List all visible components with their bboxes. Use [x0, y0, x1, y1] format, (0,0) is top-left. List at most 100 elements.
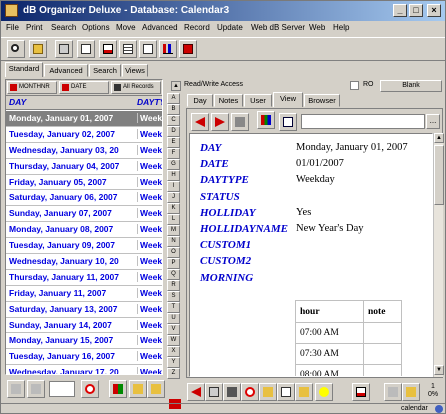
blank-button[interactable]: Blank	[380, 80, 442, 92]
vertical-scrollbar[interactable]: ▲ ▼	[433, 133, 444, 377]
index-letter-h[interactable]: H	[167, 170, 180, 181]
print-tool-button[interactable]	[55, 40, 73, 58]
text-view-button[interactable]	[279, 113, 297, 131]
menu-print[interactable]: Print	[26, 23, 42, 32]
prev-arrow-button[interactable]	[384, 383, 402, 401]
tip-button[interactable]	[315, 383, 333, 401]
paste-record-button[interactable]	[295, 383, 313, 401]
page-input[interactable]	[49, 381, 75, 397]
copy-record-button[interactable]	[277, 383, 295, 401]
index-letter-x[interactable]: X	[167, 346, 180, 357]
report-record-button[interactable]	[352, 383, 370, 401]
table-row[interactable]: Tuesday, January 02, 2007 Week	[6, 127, 162, 143]
index-letter-k[interactable]: K	[167, 203, 180, 214]
index-letter-p[interactable]: P	[167, 258, 180, 269]
index-letter-v[interactable]: V	[167, 324, 180, 335]
prev-page-button[interactable]	[7, 380, 25, 398]
url-input[interactable]	[301, 114, 425, 129]
menu-record[interactable]: Record	[184, 23, 210, 32]
tab-user[interactable]: User	[244, 94, 272, 107]
first-page-button[interactable]	[27, 380, 45, 398]
scroll-up-icon[interactable]: ▲	[434, 133, 444, 143]
index-letter-n[interactable]: N	[167, 236, 180, 247]
html-view-button[interactable]	[257, 111, 275, 129]
menu-search[interactable]: Search	[51, 23, 76, 32]
index-letter-j[interactable]: J	[167, 192, 180, 203]
menu-update[interactable]: Update	[217, 23, 243, 32]
index-letter-t[interactable]: T	[167, 302, 180, 313]
table-row[interactable]: Wednesday, January 03, 20 Week	[6, 143, 162, 159]
font-button[interactable]	[231, 113, 249, 131]
menu-advanced[interactable]: Advanced	[142, 23, 178, 32]
tab-advanced[interactable]: Advanced	[44, 64, 88, 77]
index-letter-z[interactable]: Z	[167, 368, 180, 379]
table-row[interactable]: Friday, January 05, 2007 Week	[6, 175, 162, 191]
index-letter-e[interactable]: E	[167, 137, 180, 148]
maximize-button[interactable]: □	[409, 4, 423, 17]
table-row[interactable]: Wednesday, January 17, 20 Week	[6, 365, 162, 374]
tab-view[interactable]: View	[273, 92, 303, 107]
refresh-record-button[interactable]	[241, 383, 259, 401]
table-row[interactable]: Friday, January 11, 2007 Week	[6, 286, 162, 302]
chart-tool-button[interactable]	[159, 40, 177, 58]
index-letter-r[interactable]: R	[167, 280, 180, 291]
table-row[interactable]: Sunday, January 14, 2007 Week	[6, 318, 162, 334]
index-letter-l[interactable]: L	[167, 214, 180, 225]
menu-move[interactable]: Move	[116, 23, 136, 32]
index-letter-q[interactable]: Q	[167, 269, 180, 280]
scroll-down-icon[interactable]: ▼	[434, 365, 444, 375]
edit-record-button[interactable]	[259, 383, 277, 401]
table-row[interactable]: Tuesday, January 16, 2007 Week	[6, 349, 162, 366]
report-tool-button[interactable]	[99, 40, 117, 58]
forward-button[interactable]	[211, 113, 229, 131]
export-record-button[interactable]	[402, 383, 420, 401]
import-button[interactable]	[147, 380, 165, 398]
menu-web-db-server[interactable]: Web dB Server	[251, 23, 305, 32]
table-row[interactable]: Saturday, January 13, 2007 Week	[6, 302, 162, 318]
refresh-button[interactable]	[81, 380, 99, 398]
tab-standard[interactable]: Standard	[5, 62, 43, 77]
index-letter-y[interactable]: Y	[167, 357, 180, 368]
prev-record-button[interactable]	[187, 383, 205, 401]
table-row[interactable]: Thursday, January 04, 2007 Week	[6, 159, 162, 175]
index-letter-m[interactable]: M	[167, 225, 180, 236]
index-letter-a[interactable]: A	[167, 93, 180, 104]
calculator-tool-button[interactable]	[179, 40, 197, 58]
sort-date-button[interactable]: DATE	[59, 81, 109, 94]
scroll-thumb[interactable]	[434, 145, 444, 205]
grid-tool-button[interactable]	[119, 40, 137, 58]
table-row[interactable]: Monday, January 15, 2007 Week	[6, 333, 162, 350]
all-records-button[interactable]: All Records	[111, 81, 161, 94]
index-letter-o[interactable]: O	[167, 247, 180, 258]
index-letter-b[interactable]: B	[167, 104, 180, 115]
tab-browser[interactable]: Browser	[304, 94, 340, 107]
table-row[interactable]: Wednesday, January 10, 20 Week	[6, 254, 162, 270]
open-tool-button[interactable]	[29, 40, 47, 58]
menu-web[interactable]: Web	[309, 23, 325, 32]
table-row[interactable]: Monday, January 01, 2007 Week	[6, 111, 162, 127]
tab-day[interactable]: Day	[187, 94, 213, 107]
tab-search[interactable]: Search	[89, 64, 121, 77]
index-letter-u[interactable]: U	[167, 313, 180, 324]
splitter-arrow-icon[interactable]: ▲	[171, 81, 181, 91]
menu-help[interactable]: Help	[333, 23, 349, 32]
browse-button[interactable]: ...	[426, 114, 440, 129]
table-row[interactable]: Tuesday, January 09, 2007 Week	[6, 238, 162, 255]
grid-header-day[interactable]: DAY	[9, 97, 26, 107]
minimize-button[interactable]: _	[393, 4, 407, 17]
index-letter-s[interactable]: S	[167, 291, 180, 302]
index-letter-d[interactable]: D	[167, 126, 180, 137]
close-button[interactable]: ×	[427, 4, 441, 17]
table-row[interactable]: Monday, January 08, 2007 Week	[6, 222, 162, 239]
index-letter-g[interactable]: G	[167, 159, 180, 170]
table-row[interactable]: Thursday, January 11, 2007 Week	[6, 270, 162, 286]
print-record-button[interactable]	[205, 383, 223, 401]
page-tool-button[interactable]	[139, 40, 157, 58]
search-tool-button[interactable]	[7, 40, 25, 58]
index-letter-f[interactable]: F	[167, 148, 180, 159]
table-row[interactable]: Sunday, January 07, 2007 Week	[6, 206, 162, 223]
table-row[interactable]: Saturday, January 06, 2007 Week	[6, 190, 162, 207]
tab-notes[interactable]: Notes	[214, 94, 243, 107]
menu-options[interactable]: Options	[82, 23, 110, 32]
grid-header-daytype[interactable]: DAYTY	[137, 97, 162, 107]
